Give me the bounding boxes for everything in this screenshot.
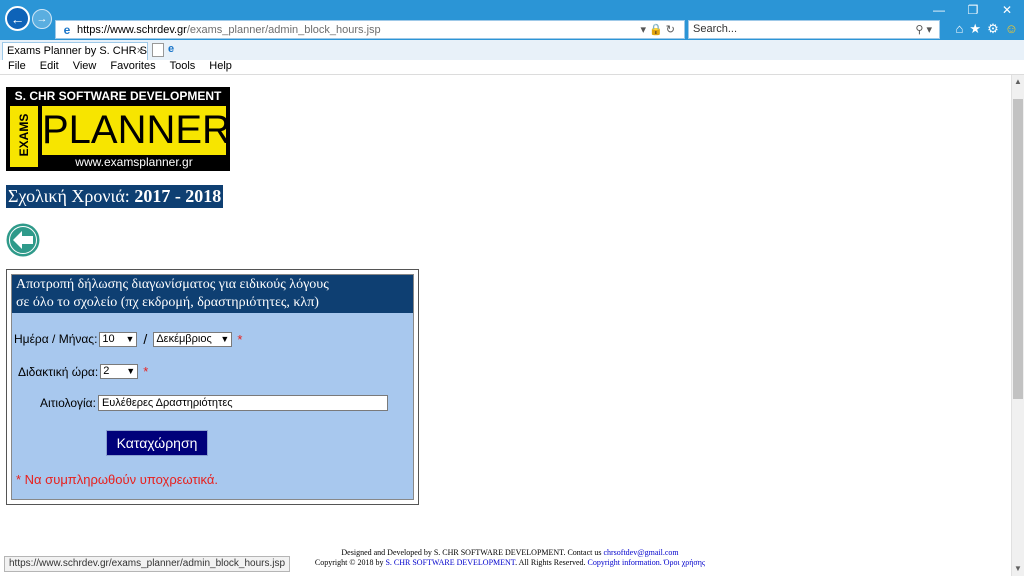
month-select[interactable]: Δεκέμβριος ▼	[153, 331, 233, 347]
footer-rights: . All Rights Reserved.	[515, 558, 586, 567]
menu-favorites[interactable]: Favorites	[103, 60, 162, 74]
form-header: Αποτροπή δήλωσης διαγωνίσματος για ειδικ…	[12, 275, 413, 313]
search-input[interactable]: Search... ⚲▾	[688, 20, 940, 39]
required-mark: *	[143, 364, 149, 379]
menu-edit[interactable]: Edit	[33, 60, 66, 74]
smiley-icon[interactable]: ☺	[1005, 21, 1018, 37]
menu-tools[interactable]: Tools	[163, 60, 203, 74]
logo-website: www.examsplanner.gr	[42, 155, 226, 170]
star-icon[interactable]: ★	[969, 21, 981, 37]
browser-toolbar: ← → e https://www.schrdev.gr/exams_plann…	[0, 0, 1024, 40]
footer-credits: Designed and Developed by S. CHR SOFTWAR…	[341, 548, 602, 557]
url-path: /exams_planner/admin_block_hours.jsp	[186, 23, 381, 36]
reason-input[interactable]	[97, 395, 388, 411]
scroll-thumb[interactable]	[1013, 99, 1023, 399]
chevron-down-icon: ▼	[125, 333, 135, 344]
close-icon[interactable]: ✕	[990, 0, 1024, 20]
address-bar[interactable]: e https://www.schrdev.gr/exams_planner/a…	[55, 20, 685, 39]
logo-planner-text: PLANNER	[42, 108, 231, 152]
month-value: Δεκέμβριος	[156, 332, 212, 345]
contact-email-link[interactable]: chrsoftdev@gmail.com	[603, 548, 678, 557]
required-mark: *	[237, 331, 243, 347]
page-footer: Designed and Developed by S. CHR SOFTWAR…	[280, 548, 740, 568]
search-icon[interactable]: ⚲	[915, 24, 926, 36]
tab-title: Exams Planner by S. CHR S...	[7, 45, 148, 57]
logo-company: S. CHR SOFTWARE DEVELOPMENT	[14, 89, 222, 103]
menu-help[interactable]: Help	[202, 60, 239, 74]
day-select[interactable]: 10 ▼	[99, 331, 138, 347]
tab-exams-planner[interactable]: Exams Planner by S. CHR S... ×	[2, 42, 148, 60]
school-year-banner: Σχολική Χρονιά: 2017 - 2018	[6, 185, 224, 208]
hour-label: Διδακτική ώρα:	[18, 364, 99, 379]
scroll-up-icon[interactable]: ▲	[1012, 75, 1024, 89]
footer-line2: Copyright © 2018 by S. CHR SOFTWARE DEVE…	[280, 558, 740, 568]
minimize-icon[interactable]: —	[922, 0, 956, 20]
hour-value: 2	[103, 365, 110, 377]
reason-label: Αιτιολογία:	[40, 396, 96, 410]
gear-icon[interactable]: ⚙	[987, 21, 999, 37]
back-arrow-icon	[6, 223, 40, 257]
menu-view[interactable]: View	[66, 60, 104, 74]
terms-link[interactable]: Όροι χρήσης	[664, 558, 705, 567]
home-icon[interactable]: ⌂	[956, 21, 964, 37]
back-button[interactable]	[6, 223, 40, 257]
school-year-value: 2017 - 2018	[134, 186, 222, 206]
day-month-row: Ημέρα / Μήνας: 10 ▼ / Δεκέμβριος ▼ *	[14, 331, 242, 347]
footer-line1: Designed and Developed by S. CHR SOFTWAR…	[280, 548, 740, 558]
address-tools: ▾🔒↻	[641, 23, 678, 36]
url-host: https://www.schrdev.gr	[77, 23, 187, 36]
menu-file[interactable]: File	[0, 60, 33, 74]
restore-icon[interactable]: ❐	[956, 0, 990, 20]
menu-bar: File Edit View Favorites Tools Help	[0, 60, 1024, 75]
tab-strip: Exams Planner by S. CHR S... × e	[0, 40, 1024, 60]
hour-row: Διδακτική ώρα: 2 ▼ *	[18, 364, 148, 379]
forward-arrow-icon[interactable]: →	[32, 9, 52, 29]
copyright-info-link[interactable]: Copyright information.	[588, 558, 662, 567]
chevron-down-icon: ▼	[126, 366, 136, 376]
logo-side-text: EXAMS	[17, 113, 31, 157]
hour-select[interactable]: 2 ▼	[100, 364, 139, 379]
chevron-down-icon: ▼	[220, 333, 230, 344]
logo-side-panel: EXAMS	[10, 106, 38, 167]
form-header-line2: σε όλο το σχολείο (πχ εκδρομή, δραστηριό…	[16, 295, 319, 310]
tab-close-icon[interactable]: ×	[137, 45, 143, 57]
day-month-label: Ημέρα / Μήνας:	[14, 332, 98, 346]
search-placeholder: Search...	[693, 23, 738, 35]
status-bar: https://www.schrdev.gr/exams_planner/adm…	[4, 556, 291, 572]
scroll-down-icon[interactable]: ▼	[1012, 562, 1024, 576]
form-header-line1: Αποτροπή δήλωσης διαγωνίσματος για ειδικ…	[16, 277, 329, 292]
refresh-icon[interactable]: ↻	[666, 24, 678, 36]
submit-button[interactable]: Καταχώρηση	[106, 430, 208, 456]
page-scrollbar[interactable]: ▲ ▼	[1011, 75, 1024, 576]
browser-tools: ⌂ ★ ⚙ ☺	[956, 21, 1018, 37]
search-dropdown-icon[interactable]: ▾	[926, 24, 935, 36]
back-arrow-icon[interactable]: ←	[5, 6, 30, 31]
block-hours-form: Αποτροπή δήλωσης διαγωνίσματος για ειδικ…	[6, 269, 419, 505]
reason-row: Αιτιολογία:	[40, 395, 388, 411]
window-controls: — ❐ ✕	[922, 0, 1024, 20]
day-value: 10	[102, 332, 115, 345]
exams-planner-logo: S. CHR SOFTWARE DEVELOPMENT EXAMS PLANNE…	[6, 87, 231, 171]
date-separator: /	[143, 331, 148, 347]
ie-page-icon: e	[63, 22, 71, 37]
school-year-label: Σχολική Χρονιά:	[8, 186, 130, 206]
company-link[interactable]: S. CHR SOFTWARE DEVELOPMENT	[385, 558, 515, 567]
search-dropdown-icon[interactable]: ▾	[641, 24, 650, 36]
ie-tab-icon[interactable]: e	[168, 43, 182, 57]
footer-copyright-prefix: Copyright © 2018 by	[314, 558, 384, 567]
form-body: Αποτροπή δήλωσης διαγωνίσματος για ειδικ…	[11, 274, 414, 500]
new-tab-icon[interactable]	[152, 43, 164, 57]
required-note: * Να συμπληρωθούν υποχρεωτικά.	[16, 472, 218, 487]
lock-icon[interactable]: 🔒	[649, 24, 666, 36]
